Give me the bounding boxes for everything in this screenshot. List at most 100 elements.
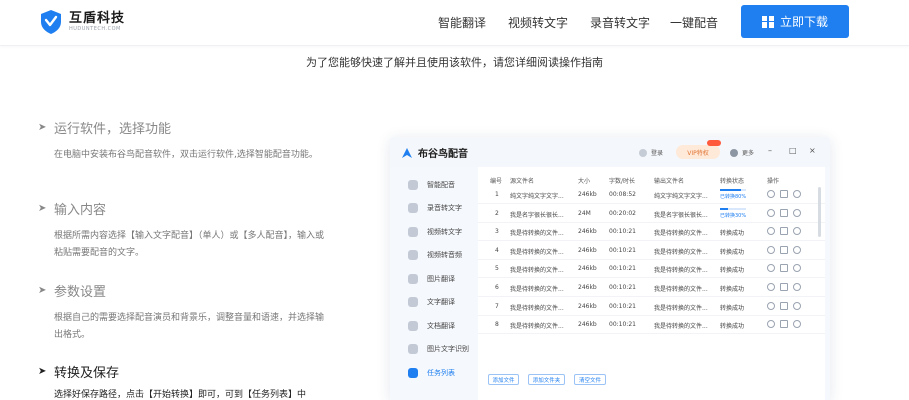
table-scrollbar[interactable] (818, 187, 821, 237)
app-title: 布谷鸟配音 (418, 149, 468, 160)
table-row[interactable]: 6 我是待转换的文件... 246kb 00:10:21 我是待转换的文件... 转换成功 (478, 279, 825, 297)
delete-icon[interactable] (793, 264, 801, 273)
output-file-name: 我是待转换的文件... (654, 248, 708, 256)
login-button[interactable]: 登录 (639, 148, 663, 157)
step-4-desc: 选择好保存路径，点击【开始转换】即可，可到【任务列表】中 (54, 390, 307, 400)
col-header-duration: 字数/时长 (609, 178, 636, 185)
delete-icon[interactable] (793, 283, 801, 291)
sidebar-item-video-to-audio[interactable]: 视频转音频 (408, 248, 462, 262)
col-header-status: 转换状态 (720, 178, 745, 185)
sidebar-item-video-to-text[interactable]: 视频转文字 (408, 225, 462, 239)
step-3-title: 参数设置 (54, 285, 107, 300)
col-header-no: 编号 (490, 178, 503, 185)
folder-icon[interactable] (780, 301, 788, 310)
step-2-title: 输入内容 (54, 203, 107, 218)
nav-smart-translate[interactable]: 智能翻译 (438, 14, 486, 31)
folder-icon[interactable] (780, 245, 788, 254)
eye-icon[interactable] (767, 227, 775, 236)
sidebar-item-doc-translate[interactable]: 文档翻译 (408, 319, 455, 333)
progress-fill (720, 207, 728, 210)
folder-icon[interactable] (780, 283, 788, 291)
delete-icon[interactable] (793, 301, 801, 310)
sidebar-item-smart-dubbing[interactable]: 智能配音 (408, 178, 455, 192)
col-header-actions: 操作 (767, 178, 780, 185)
brand-logo[interactable]: 互盾科技 HUDUNTECH.COM (40, 9, 125, 35)
brand-domain: HUDUNTECH.COM (69, 26, 121, 32)
row-number: 2 (495, 209, 499, 217)
vip-button[interactable]: VIP特权 (676, 145, 720, 159)
maximize-icon[interactable]: □ (789, 147, 797, 155)
col-header-source: 源文件名 (510, 178, 535, 185)
eye-icon[interactable] (767, 245, 775, 254)
more-button[interactable]: 更多 (730, 148, 754, 157)
download-now-button[interactable]: 立即下载 (741, 5, 849, 38)
row-number: 3 (495, 228, 499, 236)
eye-icon[interactable] (767, 320, 775, 329)
minimize-icon[interactable]: – (768, 147, 772, 155)
conversion-status: 已转换80% (720, 194, 747, 200)
table-row[interactable]: 1 纯文字纯文字文字... 246kb 00:08:52 纯文字纯文字文字... 已转换8… (478, 186, 825, 204)
duration: 00:10:21 (609, 265, 636, 273)
sidebar-label: 文档翻译 (427, 322, 455, 330)
table-row[interactable]: 4 我是待转换的文件... 246kb 00:10:21 我是待转换的文件... 转换成功 (478, 242, 825, 260)
table-row[interactable]: 2 我是名字很长很长... 24M 00:20:02 我是名字很长很长... 已转换30% (478, 205, 825, 223)
sidebar-label: 图片文字识别 (427, 345, 469, 353)
eye-icon[interactable] (767, 283, 775, 291)
nav-video-to-text[interactable]: 视频转文字 (508, 14, 568, 31)
output-file-name: 我是待转换的文件... (654, 323, 708, 331)
sidebar-item-image-translate[interactable]: 图片翻译 (408, 272, 455, 286)
user-icon (639, 148, 647, 157)
layers-icon (730, 148, 738, 157)
windows-icon (761, 15, 774, 28)
row-number: 8 (495, 321, 499, 329)
sidebar-item-audio-to-text[interactable]: 录音转文字 (408, 201, 462, 215)
row-number: 4 (495, 246, 499, 254)
folder-icon[interactable] (780, 264, 788, 273)
source-file-name: 我是待转换的文件... (510, 304, 564, 312)
folder-icon[interactable] (780, 208, 788, 217)
eye-icon[interactable] (767, 190, 775, 198)
arrow-right-icon: ➤ (38, 366, 47, 377)
delete-icon[interactable] (793, 190, 801, 198)
progress-bar (720, 189, 746, 191)
duration: 00:10:21 (609, 228, 636, 236)
nav-audio-to-text[interactable]: 录音转文字 (590, 14, 650, 31)
nav-one-click-dubbing[interactable]: 一键配音 (670, 14, 718, 31)
table-row[interactable]: 7 我是待转换的文件... 246kb 00:10:21 我是待转换的文件... 转换成功 (478, 298, 825, 316)
close-icon[interactable]: × (809, 147, 816, 155)
folder-icon[interactable] (780, 190, 788, 198)
table-row[interactable]: 8 我是待转换的文件... 246kb 00:10:21 我是待转换的文件... 转换成功 (478, 316, 825, 335)
progress-fill (720, 189, 741, 191)
clear-files-button[interactable]: 清空文件 (574, 374, 606, 385)
step-1-desc: 在电脑中安装布谷鸟配音软件，双击运行软件,选择智能配音功能。 (54, 150, 318, 160)
login-label: 登录 (651, 150, 664, 157)
sidebar-item-text-translate[interactable]: 文字翻译 (408, 295, 455, 309)
table-row[interactable]: 3 我是待转换的文件... 246kb 00:10:21 我是待转换的文件... 转换成功 (478, 223, 825, 242)
delete-icon[interactable] (793, 208, 801, 217)
source-file-name: 我是待转换的文件... (510, 248, 564, 256)
table-row[interactable]: 5 我是待转换的文件... 246kb 00:10:21 我是待转换的文件... 转换成功 (478, 260, 825, 279)
delete-icon[interactable] (793, 227, 801, 236)
delete-icon[interactable] (793, 245, 801, 254)
folder-icon[interactable] (780, 320, 788, 329)
output-file-name: 我是名字很长很长... (654, 211, 708, 219)
sidebar-item-ocr[interactable]: 图片文字识别 (408, 342, 469, 356)
add-folder-button[interactable]: 添加文件夹 (528, 374, 565, 385)
output-file-name: 我是待转换的文件... (654, 230, 708, 238)
arrow-right-icon: ➤ (38, 203, 47, 214)
add-file-button[interactable]: 添加文件 (488, 374, 519, 385)
duration: 00:10:21 (609, 321, 636, 329)
step-2-desc: 根据所需内容选择【输入文字配音】（单人）或【多人配音】，输入或粘贴需要配音的文字… (54, 231, 325, 258)
sidebar-label: 文字翻译 (427, 298, 455, 306)
eye-icon[interactable] (767, 208, 775, 217)
folder-icon[interactable] (780, 227, 788, 236)
eye-icon[interactable] (767, 264, 775, 273)
eye-icon[interactable] (767, 301, 775, 310)
output-file-name: 纯文字纯文字文字... (654, 193, 708, 200)
video-icon (408, 227, 418, 237)
vip-badge (707, 140, 721, 146)
delete-icon[interactable] (793, 320, 801, 329)
sidebar-item-task-list[interactable]: 任务列表 (408, 366, 455, 380)
conversion-status: 转换成功 (720, 323, 745, 331)
output-file-name: 我是待转换的文件... (654, 304, 708, 312)
